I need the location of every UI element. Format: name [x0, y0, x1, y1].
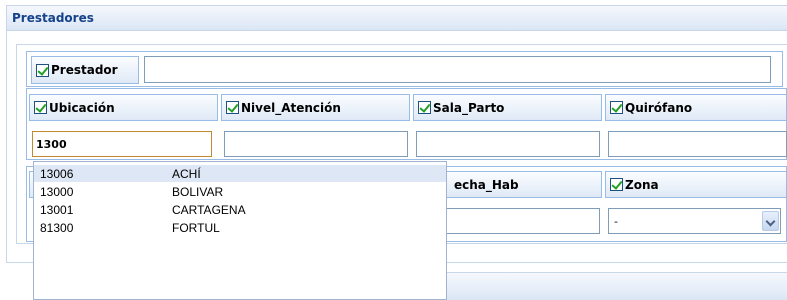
ubicacion-input[interactable] [32, 131, 212, 157]
fecha-hab-label: echa_Hab [454, 177, 519, 192]
ubicacion-checkbox[interactable] [34, 101, 47, 114]
prestador-label: Prestador [51, 63, 118, 77]
zona-select[interactable]: - [608, 208, 781, 234]
list-item[interactable]: 13001 CARTAGENA [34, 201, 446, 218]
list-item-code: 13001 [40, 203, 74, 217]
list-item-code: 13000 [40, 185, 74, 199]
quirofano-input[interactable] [608, 131, 787, 157]
zona-label: Zona [625, 177, 659, 192]
bottom-toolbar [447, 272, 787, 300]
nivel-atencion-checkbox[interactable] [226, 101, 239, 114]
ubicacion-autocomplete-list: 13006 ACHÍ 13000 BOLIVAR 13001 CARTAGENA… [33, 161, 447, 300]
quirofano-label: Quirófano [625, 100, 693, 115]
ubicacion-label: Ubicación [49, 100, 115, 115]
sala-parto-header[interactable]: Sala_Parto [413, 94, 602, 121]
chevron-down-icon[interactable] [762, 211, 779, 231]
sala-parto-input[interactable] [416, 131, 600, 157]
prestador-input[interactable] [144, 56, 771, 83]
quirofano-header[interactable]: Quirófano [605, 94, 787, 121]
list-item-name: BOLIVAR [172, 185, 224, 199]
nivel-atencion-input[interactable] [224, 131, 408, 157]
sala-parto-label: Sala_Parto [433, 100, 505, 115]
list-item[interactable]: 13006 ACHÍ [34, 165, 446, 182]
prestador-header[interactable]: Prestador [31, 56, 139, 84]
sala-parto-checkbox[interactable] [418, 101, 431, 114]
list-item-code: 13006 [40, 167, 74, 181]
list-item-name: ACHÍ [172, 167, 201, 181]
nivel-atencion-label: Nivel_Atención [241, 100, 341, 115]
prestador-checkbox[interactable] [36, 63, 49, 77]
zona-header[interactable]: Zona [605, 171, 787, 198]
quirofano-checkbox[interactable] [610, 101, 623, 114]
zona-checkbox[interactable] [610, 178, 623, 191]
ubicacion-header[interactable]: Ubicación [29, 94, 218, 121]
list-item-name: CARTAGENA [172, 203, 246, 217]
list-item[interactable]: 81300 FORTUL [34, 219, 446, 236]
list-item-name: FORTUL [172, 221, 220, 235]
grid-left-edge [26, 166, 33, 242]
nivel-atencion-header[interactable]: Nivel_Atención [221, 94, 410, 121]
panel-title: Prestadores [12, 11, 94, 25]
panel-header: Prestadores [7, 6, 787, 31]
list-item[interactable]: 13000 BOLIVAR [34, 183, 446, 200]
list-item-code: 81300 [40, 221, 74, 235]
zona-select-value: - [614, 215, 618, 228]
